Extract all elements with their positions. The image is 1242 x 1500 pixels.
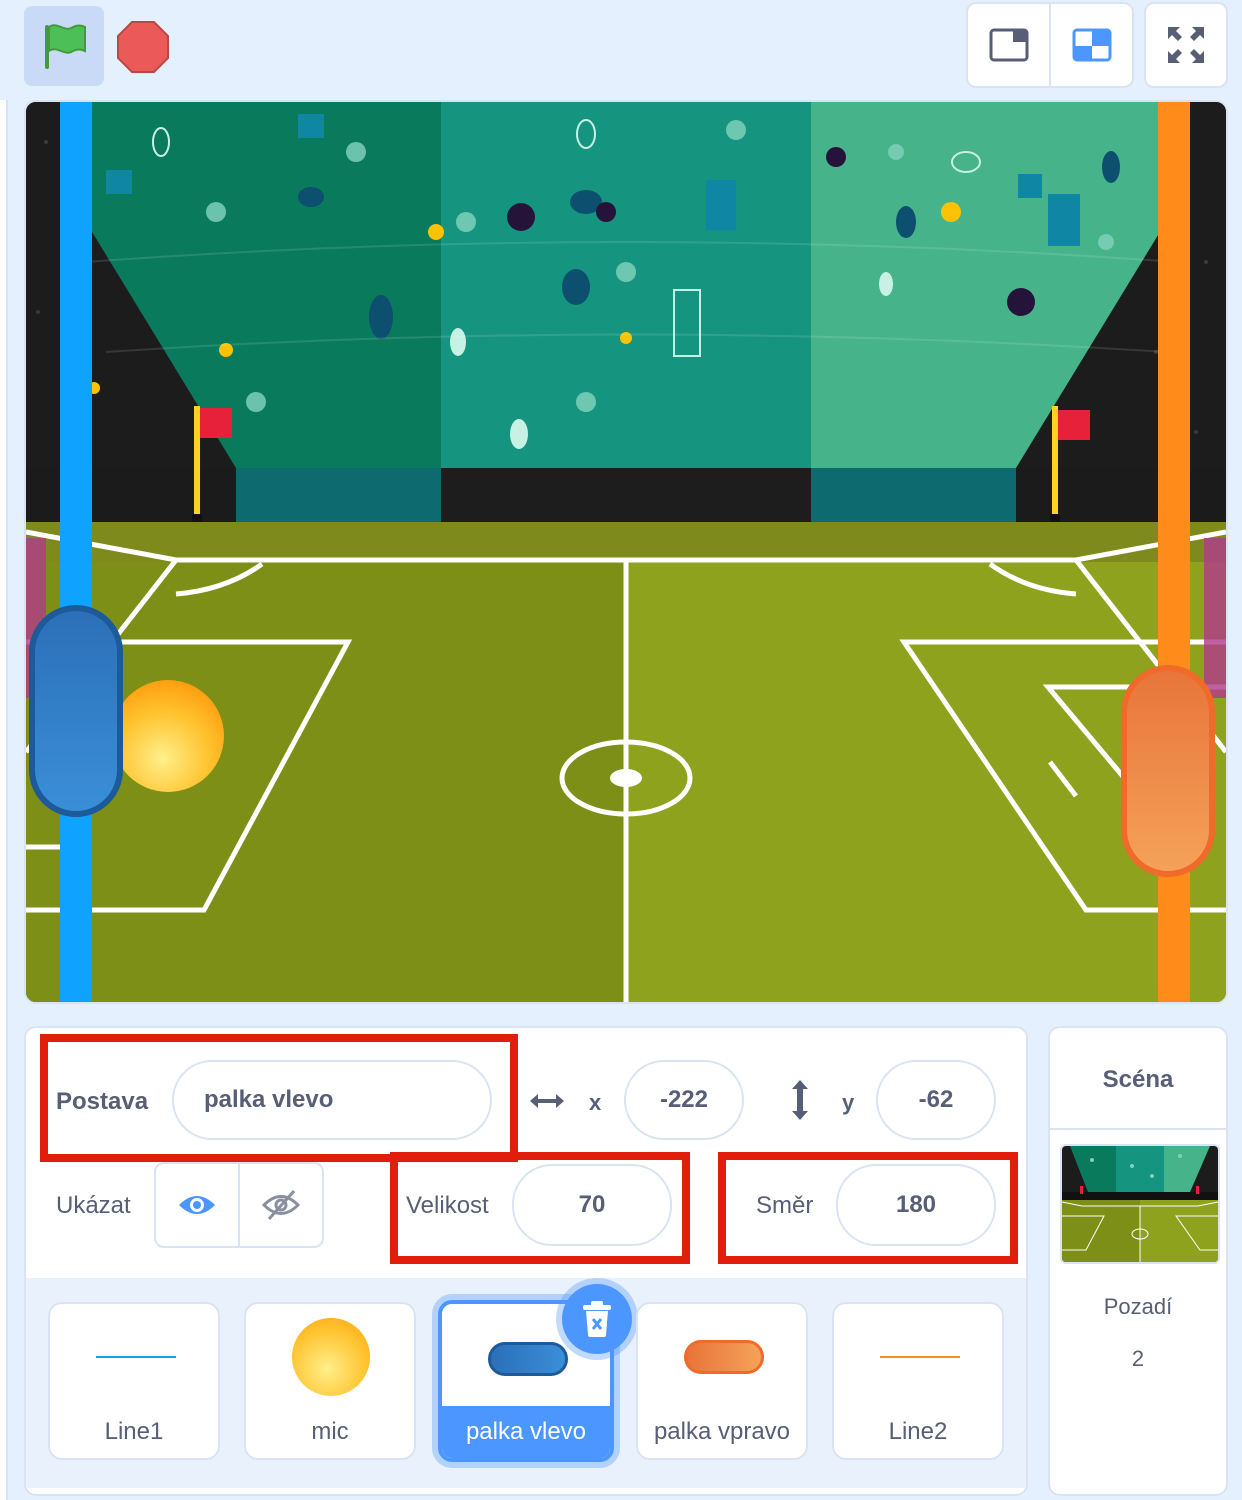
backdrops-label: Pozadí — [1103, 1294, 1173, 1319]
show-label: Ukázat — [56, 1192, 131, 1219]
direction-input[interactable]: 180 — [836, 1164, 996, 1246]
size-label: Velikost — [406, 1192, 489, 1219]
x-label: x — [589, 1090, 602, 1115]
scene-title: Scéna — [1102, 1066, 1174, 1093]
green-flag-button[interactable] — [24, 6, 104, 86]
sprite-thumb-line2 — [880, 1356, 960, 1358]
stop-icon — [117, 21, 169, 73]
visibility-toggle — [154, 1162, 324, 1248]
stage-canvas[interactable] — [24, 100, 1228, 1004]
scene-divider — [1050, 1128, 1226, 1130]
sprite-tile-label: palka vpravo — [653, 1418, 791, 1445]
sprite-tile-line1[interactable]: Line1 — [48, 1302, 220, 1460]
sprite-label: Postava — [56, 1088, 149, 1115]
sprite-thumb-right-paddle — [684, 1340, 764, 1374]
backdrop-thumbnail[interactable] — [1060, 1144, 1220, 1264]
fullscreen-icon — [1168, 27, 1204, 63]
trash-icon — [583, 1301, 611, 1337]
y-label: y — [842, 1090, 855, 1115]
delete-sprite-button[interactable] — [562, 1284, 632, 1354]
stage-size-toggle — [966, 2, 1134, 88]
normal-stage-button[interactable] — [1049, 4, 1132, 86]
sprite-name-input[interactable]: palka vlevo — [172, 1060, 492, 1140]
small-stage-button[interactable] — [968, 4, 1049, 86]
x-input[interactable]: -222 — [624, 1060, 744, 1140]
sprite-tile-line2[interactable]: Line2 — [832, 1302, 1004, 1460]
scene-panel[interactable]: Scéna Pozadí 2 — [1048, 1026, 1228, 1496]
left-panel-edge — [0, 100, 8, 1500]
y-input[interactable]: -62 — [876, 1060, 996, 1140]
small-stage-icon — [989, 28, 1028, 62]
sprite-tile-label: Line1 — [104, 1418, 164, 1445]
size-input[interactable]: 70 — [512, 1164, 672, 1246]
sprite-thumb-left-paddle — [488, 1342, 568, 1376]
normal-stage-icon — [1072, 28, 1111, 62]
sprite-tile-mic[interactable]: mic — [244, 1302, 416, 1460]
vertical-arrows-icon — [786, 1078, 814, 1127]
sprite-tile-label: Line2 — [888, 1418, 948, 1445]
sprite-tile-label: palka vlevo — [465, 1418, 587, 1445]
sprite-thumb-ball — [292, 1318, 370, 1396]
sprite-thumb-line1 — [96, 1356, 176, 1358]
stop-button[interactable] — [116, 20, 170, 74]
eye-icon — [179, 1196, 215, 1214]
direction-label: Směr — [756, 1192, 814, 1219]
green-flag-icon — [45, 24, 86, 69]
show-sprite-button[interactable] — [156, 1164, 238, 1246]
backdrops-count: 2 — [1131, 1346, 1145, 1371]
sprite-tile-palka-vpravo[interactable]: palka vpravo — [636, 1302, 808, 1460]
eye-slash-icon — [261, 1190, 301, 1220]
fullscreen-button[interactable] — [1144, 2, 1228, 88]
horizontal-arrows-icon — [526, 1084, 568, 1123]
sprite-tile-label: mic — [311, 1418, 349, 1445]
hide-sprite-button[interactable] — [238, 1164, 322, 1246]
